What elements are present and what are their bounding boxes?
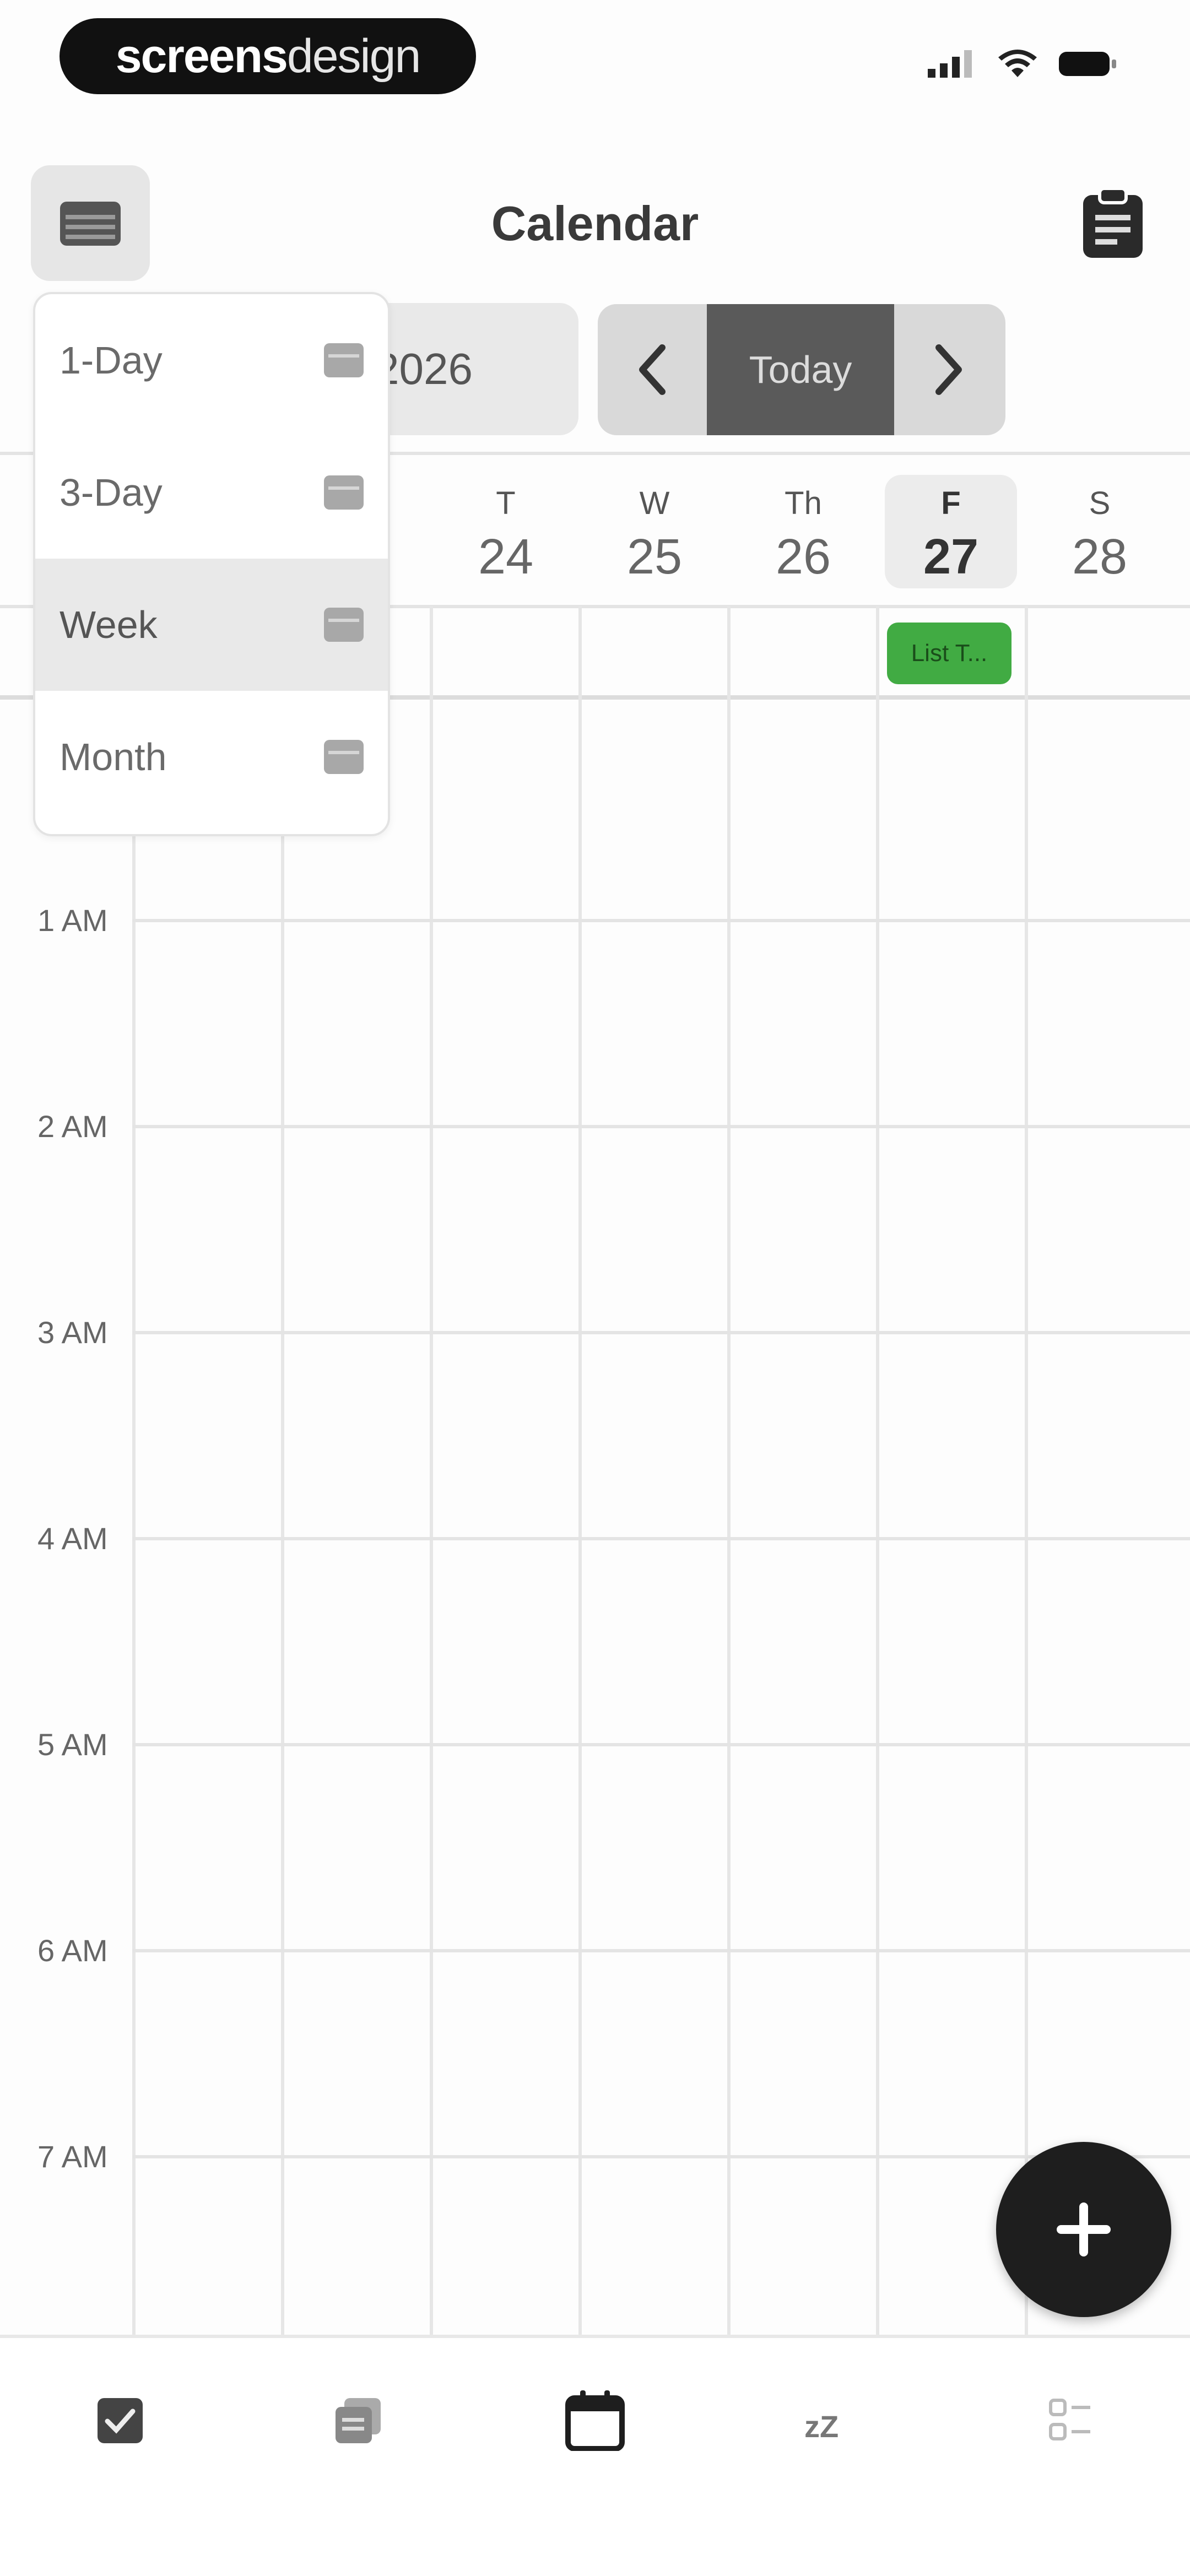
clipboard-button[interactable] bbox=[1080, 187, 1146, 262]
day-header[interactable]: S 28 bbox=[1026, 485, 1173, 586]
chevron-right-icon bbox=[935, 344, 962, 395]
bottom-tab-bar: zZ bbox=[0, 2335, 1190, 2576]
chevron-left-icon bbox=[639, 344, 666, 395]
clipboard-icon bbox=[1083, 187, 1143, 258]
sleep-icon: zZ bbox=[804, 2409, 839, 2443]
menu-item-label: 1-Day bbox=[60, 339, 163, 382]
menu-item-label: 3-Day bbox=[60, 471, 163, 514]
hour-label: 7 AM bbox=[37, 2139, 108, 2174]
tab-tasks[interactable] bbox=[82, 2382, 159, 2459]
plus-icon bbox=[1057, 2202, 1111, 2256]
calendar-icon bbox=[324, 475, 364, 510]
day-number: 26 bbox=[775, 529, 831, 585]
hour-label: 4 AM bbox=[37, 1521, 108, 1556]
calendar-icon bbox=[324, 608, 364, 642]
grid-column-line bbox=[281, 606, 284, 2335]
day-header[interactable]: Th 26 bbox=[729, 485, 877, 586]
calendar-icon bbox=[324, 343, 364, 377]
next-button[interactable] bbox=[894, 304, 1003, 435]
tab-calendar[interactable] bbox=[556, 2382, 634, 2459]
today-button[interactable]: Today bbox=[707, 304, 894, 435]
hour-line bbox=[132, 1331, 1190, 1334]
menu-item-3-day[interactable]: 3-Day bbox=[35, 426, 388, 559]
hour-label: 3 AM bbox=[37, 1315, 108, 1350]
habits-icon bbox=[1049, 2399, 1090, 2440]
day-letter: S bbox=[1089, 485, 1111, 521]
all-day-event[interactable]: List T... bbox=[887, 623, 1012, 684]
grid-column-line bbox=[132, 606, 136, 2335]
day-header[interactable]: W 25 bbox=[581, 485, 728, 586]
brand-text-light: design bbox=[286, 29, 421, 83]
day-number: 24 bbox=[478, 529, 534, 585]
day-number: 28 bbox=[1072, 529, 1128, 585]
menu-item-label: Month bbox=[60, 735, 167, 778]
hour-line bbox=[132, 919, 1190, 922]
hour-label: 5 AM bbox=[37, 1727, 108, 1762]
add-event-button[interactable] bbox=[996, 2142, 1171, 2317]
brand-text-bold: screens bbox=[115, 29, 288, 83]
grid-column-line bbox=[876, 606, 879, 2335]
date-navigation: Today bbox=[598, 304, 1005, 435]
hour-line bbox=[132, 1743, 1190, 1746]
hour-line bbox=[132, 1537, 1190, 1540]
hour-line bbox=[132, 2155, 1190, 2158]
calendar-icon bbox=[565, 2390, 625, 2451]
hour-line bbox=[132, 1125, 1190, 1128]
tab-habits[interactable] bbox=[1031, 2382, 1108, 2459]
hour-label: 1 AM bbox=[37, 903, 108, 938]
status-icons bbox=[928, 50, 1118, 78]
view-menu-dropdown: 1-Day 3-Day Week Month bbox=[33, 292, 390, 836]
grid-column-line bbox=[578, 606, 582, 2335]
hour-label: 6 AM bbox=[37, 1933, 108, 1968]
menu-item-week[interactable]: Week bbox=[35, 559, 388, 691]
svg-text:zZ: zZ bbox=[804, 2409, 839, 2443]
day-letter: W bbox=[639, 485, 670, 521]
hour-line bbox=[132, 1949, 1190, 1952]
menu-item-label: Week bbox=[60, 603, 158, 646]
day-header[interactable]: T 24 bbox=[432, 485, 580, 586]
brand-logo: screens design bbox=[60, 18, 476, 94]
menu-item-month[interactable]: Month bbox=[35, 691, 388, 823]
grid-column-line bbox=[727, 606, 731, 2335]
signal-icon bbox=[928, 50, 972, 78]
hour-label: 2 AM bbox=[37, 1109, 108, 1144]
checklist-icon bbox=[98, 2398, 143, 2443]
day-letter: F bbox=[941, 485, 961, 521]
menu-item-1-day[interactable]: 1-Day bbox=[35, 294, 388, 426]
day-number: 25 bbox=[626, 529, 683, 585]
notes-icon bbox=[336, 2398, 381, 2443]
previous-button[interactable] bbox=[598, 304, 707, 435]
grid-column-line bbox=[1025, 606, 1028, 2335]
calendar-icon bbox=[324, 740, 364, 774]
day-number: 27 bbox=[923, 529, 979, 585]
day-letter: T bbox=[496, 485, 516, 521]
wifi-icon bbox=[998, 50, 1037, 77]
tab-sleep[interactable]: zZ bbox=[793, 2382, 870, 2459]
grid-column-line bbox=[430, 606, 433, 2335]
day-header-selected[interactable]: F 27 bbox=[877, 485, 1025, 586]
tab-notes[interactable] bbox=[320, 2382, 397, 2459]
battery-icon bbox=[1059, 52, 1116, 76]
day-letter: Th bbox=[785, 485, 822, 521]
page-title: Calendar bbox=[491, 196, 699, 251]
